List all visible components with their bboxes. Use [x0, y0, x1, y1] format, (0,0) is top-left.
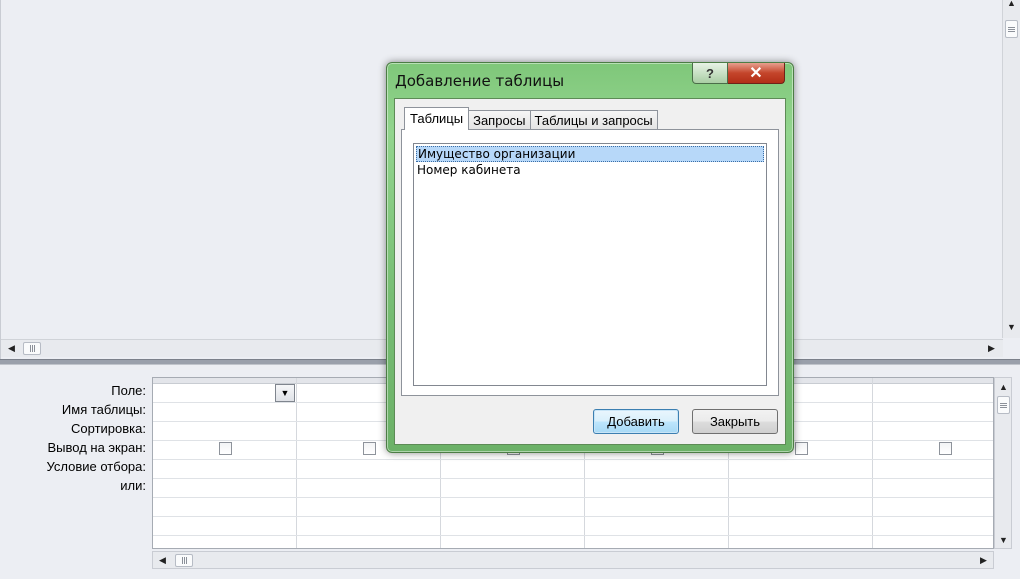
dialog-title: Добавление таблицы — [395, 72, 565, 90]
show-checkbox[interactable] — [795, 442, 808, 455]
show-checkbox[interactable] — [939, 442, 952, 455]
tab-tables-and-queries[interactable]: Таблицы и запросы — [529, 110, 658, 130]
title-bar-buttons: ? ✕ — [692, 63, 785, 84]
scroll-left-icon[interactable]: ◀ — [3, 340, 20, 357]
show-table-dialog[interactable]: Добавление таблицы ? ✕ Таблицы Запросы Т… — [386, 62, 794, 453]
tab-panel: Имущество организации Номер кабинета — [401, 129, 779, 396]
list-item[interactable]: Имущество организации — [416, 146, 764, 162]
help-icon[interactable]: ? — [692, 63, 728, 84]
scroll-up-icon[interactable]: ▲ — [995, 378, 1012, 395]
grid-row-labels: Поле: Имя таблицы: Сортировка: Вывод на … — [0, 381, 150, 495]
upper-vscroll-thumb[interactable] — [1005, 20, 1018, 38]
scroll-up-icon[interactable]: ▲ — [1003, 0, 1020, 11]
add-button[interactable]: Добавить — [593, 409, 679, 434]
grid-column[interactable] — [873, 378, 993, 548]
show-checkbox[interactable] — [363, 442, 376, 455]
scroll-left-icon[interactable]: ◀ — [154, 552, 171, 569]
scroll-right-icon[interactable]: ▶ — [983, 340, 1000, 357]
close-icon[interactable]: ✕ — [728, 63, 785, 84]
row-label-criteria: Условие отбора: — [46, 459, 146, 474]
show-checkbox[interactable] — [219, 442, 232, 455]
dialog-content: Таблицы Запросы Таблицы и запросы Имущес… — [394, 98, 786, 445]
tables-listbox[interactable]: Имущество организации Номер кабинета — [413, 143, 767, 386]
row-label-sort: Сортировка: — [71, 421, 146, 436]
row-label-or: или: — [120, 478, 146, 493]
row-label-show: Вывод на экран: — [47, 440, 146, 455]
upper-vertical-scrollbar[interactable]: ▲ ▼ — [1002, 0, 1020, 338]
grid-column[interactable] — [153, 378, 297, 548]
grid-horizontal-scrollbar[interactable]: ◀ ▶ — [152, 551, 994, 569]
tab-tables[interactable]: Таблицы — [404, 107, 470, 130]
field-dropdown-button[interactable]: ▼ — [275, 384, 295, 402]
grid-vscroll-thumb[interactable] — [997, 396, 1010, 414]
scroll-down-icon[interactable]: ▼ — [995, 531, 1012, 548]
upper-hscroll-thumb[interactable] — [23, 342, 41, 355]
row-label-field: Поле: — [111, 383, 146, 398]
close-button[interactable]: Закрыть — [692, 409, 778, 434]
tab-queries[interactable]: Запросы — [468, 110, 531, 130]
scroll-down-icon[interactable]: ▼ — [1003, 318, 1020, 335]
dialog-tabs: Таблицы Запросы Таблицы и запросы — [404, 107, 658, 130]
grid-vertical-scrollbar[interactable]: ▲ ▼ — [994, 377, 1012, 549]
scroll-right-icon[interactable]: ▶ — [975, 552, 992, 569]
row-label-table-name: Имя таблицы: — [61, 402, 146, 417]
grid-hscroll-thumb[interactable] — [175, 554, 193, 567]
list-item[interactable]: Номер кабинета — [416, 162, 764, 178]
